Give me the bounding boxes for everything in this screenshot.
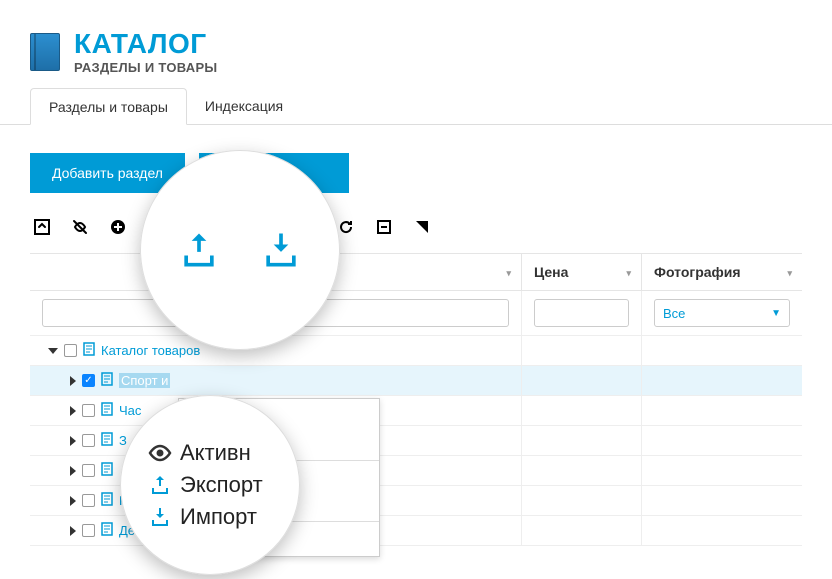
collapse-icon[interactable] (376, 219, 392, 235)
expander-icon[interactable] (70, 526, 76, 536)
row-checkbox[interactable] (82, 494, 95, 507)
import-icon (148, 505, 172, 529)
expander-icon[interactable] (70, 496, 76, 506)
tree-label[interactable]: Спорт и (119, 373, 170, 388)
magnifier-label-import: Импорт (180, 504, 257, 530)
catalog-book-icon (30, 33, 60, 71)
filter-photo-cell: Все ▼ (642, 291, 802, 336)
page-subtitle: РАЗДЕЛЫ И ТОВАРЫ (74, 60, 217, 75)
page-title: КАТАЛОГ (74, 28, 217, 60)
row-checkbox[interactable] (82, 464, 95, 477)
tree-label[interactable]: Каталог товаров (101, 343, 200, 358)
tree-row-root[interactable]: Каталог товаров (30, 336, 802, 366)
tree-label[interactable]: Час (119, 403, 141, 418)
expander-icon[interactable] (70, 376, 76, 386)
export-icon (177, 228, 221, 272)
expander-icon[interactable] (48, 348, 58, 354)
row-checkbox[interactable] (82, 404, 95, 417)
row-checkbox[interactable] (82, 374, 95, 387)
hide-icon[interactable] (72, 219, 88, 235)
expander-icon[interactable] (70, 466, 76, 476)
column-header-photo[interactable]: Фотография ▾ (642, 254, 802, 291)
add-icon[interactable] (110, 219, 126, 235)
eye-icon (148, 441, 172, 465)
tree-label[interactable]: З (119, 433, 127, 448)
doc-icon (101, 372, 113, 389)
refresh-icon[interactable] (338, 219, 354, 235)
row-checkbox[interactable] (82, 524, 95, 537)
doc-icon (101, 432, 113, 449)
doc-icon (101, 462, 113, 479)
sort-caret-icon[interactable]: ▾ (506, 268, 511, 279)
magnifier-label-export: Экспорт (180, 472, 263, 498)
magnifier-top (140, 150, 340, 350)
toolbar (0, 211, 832, 253)
tab-indexing[interactable]: Индексация (187, 88, 301, 125)
filter-price-input[interactable] (534, 299, 629, 327)
row-checkbox[interactable] (82, 434, 95, 447)
magnifier-bottom: Активн Экспорт Импорт (120, 395, 300, 575)
export-icon (148, 473, 172, 497)
open-window-icon[interactable] (34, 219, 50, 235)
page-header: КАТАЛОГ РАЗДЕЛЫ И ТОВАРЫ (0, 0, 832, 87)
row-checkbox[interactable] (64, 344, 77, 357)
expander-icon[interactable] (70, 406, 76, 416)
tab-sections-products[interactable]: Разделы и товары (30, 88, 187, 125)
doc-icon (101, 492, 113, 509)
column-header-price[interactable]: Цена ▾ (522, 254, 642, 291)
magnifier-label-active: Активн (180, 440, 251, 466)
sort-caret-icon[interactable]: ▾ (787, 268, 792, 279)
filter-photo-select[interactable]: Все ▼ (654, 299, 790, 327)
tab-bar: Разделы и товары Индексация (0, 87, 832, 125)
chevron-down-icon: ▼ (771, 308, 781, 319)
filter-price-cell (522, 291, 642, 336)
doc-icon (83, 342, 95, 359)
expander-icon[interactable] (70, 436, 76, 446)
action-buttons: Добавить раздел (0, 125, 832, 211)
doc-icon (101, 402, 113, 419)
doc-icon (101, 522, 113, 539)
tree-row[interactable]: Спорт и (30, 366, 802, 396)
import-icon (259, 228, 303, 272)
invert-icon[interactable] (414, 219, 430, 235)
sort-caret-icon[interactable]: ▾ (626, 268, 631, 279)
